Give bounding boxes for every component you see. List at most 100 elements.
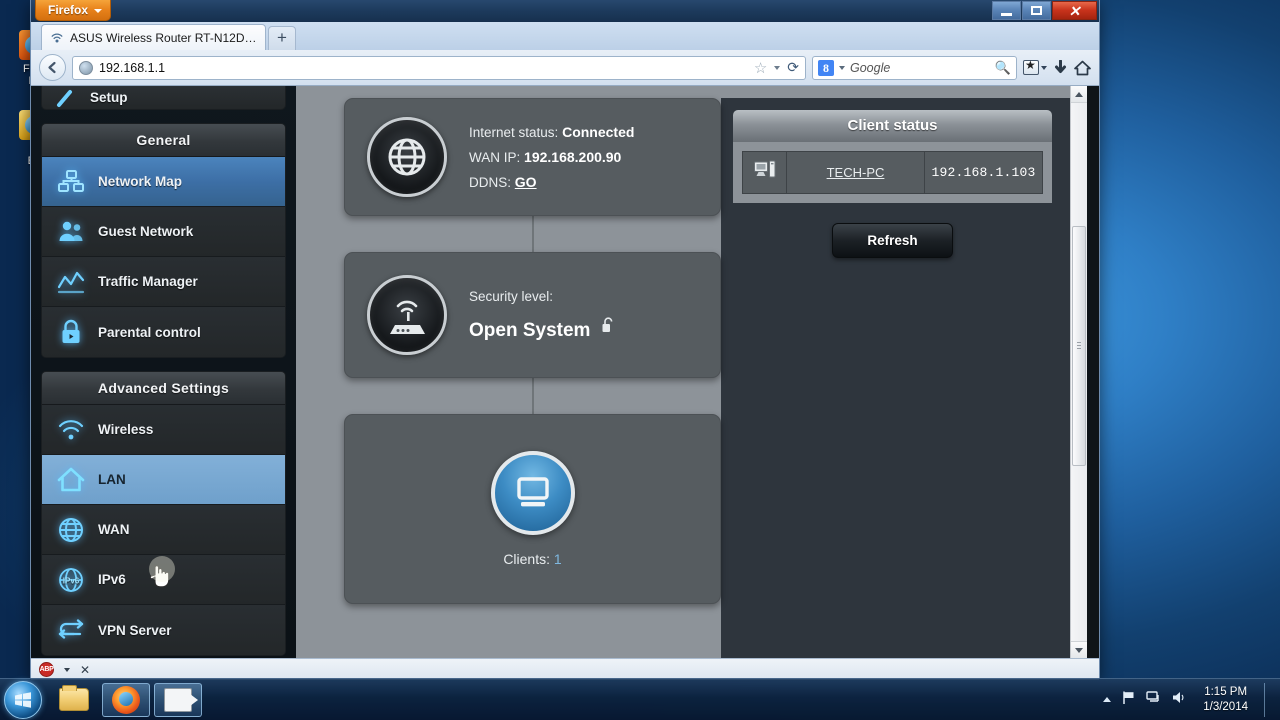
wifi-icon	[56, 415, 86, 445]
client-name-link[interactable]: TECH-PC	[827, 165, 885, 180]
security-level-text: Security level: Open System	[469, 289, 616, 342]
action-center-flag-icon[interactable]	[1121, 690, 1136, 710]
refresh-button[interactable]: Refresh	[832, 223, 953, 258]
scroll-up-button[interactable]	[1071, 86, 1087, 103]
scroll-down-button[interactable]	[1071, 641, 1087, 658]
start-button[interactable]	[4, 680, 42, 719]
reload-icon[interactable]: ⟳	[787, 59, 799, 76]
bookmarks-menu-button[interactable]	[1023, 58, 1047, 75]
security-level-value: Open System	[469, 319, 591, 341]
chevron-up-icon	[1075, 91, 1083, 97]
sidebar-item-label: Traffic Manager	[98, 274, 198, 289]
show-hidden-icons-button[interactable]	[1103, 697, 1112, 702]
chevron-down-icon[interactable]	[774, 65, 781, 70]
maximize-button[interactable]	[1022, 1, 1051, 20]
sidebar-item-network-map[interactable]: Network Map	[42, 157, 285, 207]
client-device-icon-cell	[742, 151, 787, 194]
monitor-orb-icon	[490, 451, 575, 535]
bookmark-star-icon[interactable]: ☆	[754, 59, 767, 77]
show-desktop-button[interactable]	[1264, 682, 1274, 717]
clients-count-line: Clients: 1	[503, 551, 561, 567]
bookmarks-icon	[1023, 58, 1039, 75]
chevron-down-icon[interactable]	[64, 667, 70, 672]
tab-title: ASUS Wireless Router RT-N12D1 - Netw...	[70, 30, 257, 45]
sidebar-item-traffic-manager[interactable]: Traffic Manager	[42, 257, 285, 307]
ddns-go-link[interactable]: GO	[515, 174, 537, 190]
taskbar-clock[interactable]: 1:15 PM 1/3/2014	[1197, 685, 1254, 715]
sidebar-item-guest-network[interactable]: Guest Network	[42, 207, 285, 257]
chevron-down-icon	[1041, 65, 1047, 70]
system-tray: 1:15 PM 1/3/2014	[1103, 682, 1280, 717]
client-status-table: TECH-PC 192.168.1.103	[742, 151, 1043, 194]
sidebar-item-setup[interactable]: Setup	[41, 86, 286, 110]
security-level-node[interactable]: Security level: Open System	[344, 252, 721, 378]
sidebar-item-label: IPv6	[98, 572, 126, 587]
topology-connector	[531, 378, 534, 414]
internet-status-node[interactable]: Internet status: Connected WAN IP: 192.1…	[344, 98, 721, 216]
close-button[interactable]: ✕	[1052, 1, 1097, 20]
taskbar-item-firefox[interactable]	[102, 682, 150, 717]
sidebar-group-heading: General	[42, 124, 285, 157]
tab-asus-router[interactable]: ASUS Wireless Router RT-N12D1 - Netw...	[41, 24, 266, 50]
window-controls: ✕	[992, 1, 1097, 20]
vpn-arrows-icon	[56, 615, 86, 645]
taskbar-item-recorder[interactable]	[154, 682, 202, 717]
sidebar-item-label: VPN Server	[98, 622, 172, 638]
clients-label: Clients:	[503, 551, 550, 567]
wan-ip-value: 192.168.200.90	[524, 148, 622, 165]
chevron-down-icon[interactable]	[839, 65, 845, 70]
guest-network-icon	[56, 217, 86, 247]
search-input[interactable]: Google	[850, 61, 990, 75]
sidebar-item-label: Guest Network	[98, 224, 194, 239]
sidebar-item-label: Network Map	[98, 174, 183, 189]
new-tab-button[interactable]: +	[268, 26, 296, 50]
downloads-button[interactable]	[1053, 59, 1068, 76]
sidebar-item-parental-control[interactable]: Parental control	[42, 307, 285, 357]
firefox-icon	[112, 685, 140, 714]
chevron-down-icon	[94, 9, 103, 13]
network-topology: Internet status: Connected WAN IP: 192.1…	[296, 98, 721, 658]
sidebar-item-ipv6[interactable]: IPv6 IPv6	[42, 555, 285, 605]
network-icon[interactable]	[1146, 690, 1161, 710]
wand-icon	[56, 88, 78, 108]
clock-time: 1:15 PM	[1204, 685, 1248, 698]
clients-node[interactable]: Clients: 1	[344, 414, 721, 604]
internet-status-text: Internet status: Connected WAN IP: 192.1…	[469, 120, 634, 195]
search-icon[interactable]: 🔍	[995, 60, 1011, 76]
volume-icon[interactable]	[1171, 690, 1187, 710]
svg-text:IPv6: IPv6	[63, 576, 80, 585]
sidebar-item-vpn-server[interactable]: VPN Server	[42, 605, 285, 655]
close-icon: ✕	[1068, 2, 1081, 19]
sidebar-item-lan[interactable]: LAN	[42, 455, 285, 505]
home-button[interactable]	[1074, 60, 1091, 76]
camera-icon	[164, 687, 198, 712]
back-arrow-icon	[48, 61, 56, 74]
scrollbar-thumb[interactable]	[1072, 226, 1086, 466]
minimize-button[interactable]	[992, 1, 1021, 20]
tab-strip: ASUS Wireless Router RT-N12D1 - Netw... …	[31, 22, 1099, 50]
page-scrollbar[interactable]	[1070, 86, 1087, 658]
taskbar-item-explorer[interactable]	[50, 683, 98, 717]
internet-status-value: Connected	[562, 123, 635, 140]
asus-router-page: Setup General Network Map Guest Network …	[31, 86, 1070, 658]
sidebar-item-label: Wireless	[98, 422, 154, 437]
home-icon	[1074, 60, 1091, 75]
search-bar[interactable]: 8 Google 🔍	[812, 55, 1017, 80]
clients-count: 1	[553, 551, 562, 567]
url-text: 192.168.1.1	[99, 60, 166, 75]
wan-ip-label: WAN IP:	[469, 149, 521, 165]
table-row[interactable]: TECH-PC 192.168.1.103	[742, 151, 1043, 194]
close-addonbar-icon[interactable]: ✕	[80, 663, 90, 677]
router-main-content: Internet status: Connected WAN IP: 192.1…	[296, 86, 1070, 658]
firefox-window: Firefox ✕ ASUS Wireless Router RT-N12D1 …	[30, 0, 1100, 680]
url-bar[interactable]: 192.168.1.1 ☆ ⟳	[72, 55, 806, 80]
sidebar-group-heading: Advanced Settings	[42, 372, 285, 405]
back-button[interactable]	[39, 54, 66, 81]
desktop-background: Firef Br In Ex Firefox ✕	[0, 0, 1280, 720]
sidebar-item-wan[interactable]: WAN	[42, 505, 285, 555]
sidebar-item-wireless[interactable]: Wireless	[42, 405, 285, 455]
site-identity-icon	[79, 60, 93, 75]
adblock-plus-icon[interactable]: ABP	[39, 662, 54, 677]
window-title-bar: Firefox ✕	[31, 0, 1099, 22]
firefox-menu-button[interactable]: Firefox	[35, 0, 112, 21]
